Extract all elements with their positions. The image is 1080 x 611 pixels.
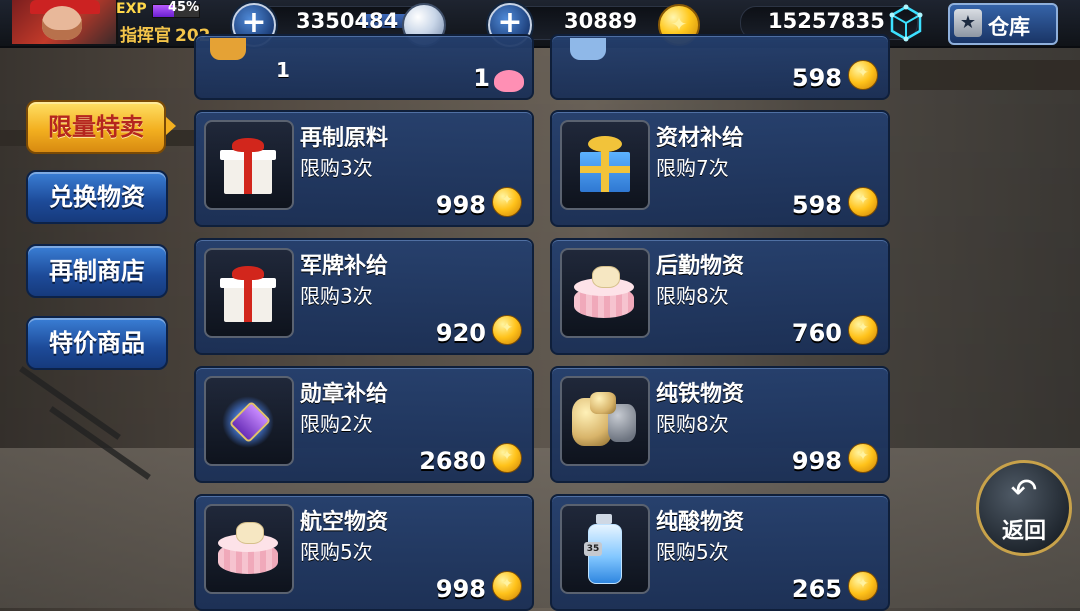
back-arrow-icon: ↶ — [1010, 471, 1038, 509]
heart-medal-icon — [222, 392, 274, 448]
avatar-face — [42, 6, 82, 40]
shop-item-card-partial[interactable]: 598 — [550, 34, 890, 100]
hangar-beam — [900, 60, 1080, 90]
item-name: 资材补给 — [656, 126, 745, 151]
item-price: 598 — [791, 64, 842, 92]
partial-item-qty: 1 — [473, 64, 490, 92]
partial-item-icon — [570, 38, 606, 60]
item-name: 再制原料 — [300, 126, 389, 151]
warehouse-icon: ★ — [954, 9, 982, 37]
commander-avatar[interactable] — [12, 0, 118, 44]
gold-amount: 30889 — [564, 9, 638, 33]
gold-coin-icon — [848, 315, 878, 345]
gold-coin-icon — [848, 187, 878, 217]
item-icon-frame — [204, 120, 294, 210]
exp-percent: 45% — [168, 0, 200, 15]
item-purchase-limit: 限购7次 — [656, 156, 729, 180]
shop-item-card[interactable]: 资材补给 限购7次 598 — [550, 110, 890, 227]
back-label: 返回 — [1001, 519, 1046, 544]
tab-limited-sale[interactable]: 限量特卖 — [26, 100, 176, 154]
gold-coin-icon — [492, 187, 522, 217]
rank-label: 指挥官 — [120, 26, 171, 46]
shop-item-card[interactable]: 军牌补给 限购3次 920 — [194, 238, 534, 355]
acid-vial-icon: 35 — [584, 514, 622, 584]
top-status-bar: EXP 45% 指挥官202 + 3350484 + 30889 1525783… — [0, 0, 1080, 48]
item-icon-frame — [204, 504, 294, 594]
item-icon-frame — [560, 120, 650, 210]
item-name: 后勤物资 — [656, 254, 745, 279]
item-price: 760 — [791, 319, 842, 347]
tab-exchange-supplies[interactable]: 兑换物资 — [26, 170, 168, 224]
item-price: 998 — [435, 191, 486, 219]
shop-item-card[interactable]: 纯铁物资 限购8次 998 — [550, 366, 890, 483]
gold-coin-icon — [492, 443, 522, 473]
item-purchase-limit: 限购5次 — [300, 540, 373, 564]
item-name: 军牌补给 — [300, 254, 389, 279]
red-gift-box-icon — [220, 138, 276, 194]
shop-item-card[interactable]: 航空物资 限购5次 998 — [194, 494, 534, 611]
hangar-stair — [19, 366, 121, 440]
item-price: 920 — [435, 319, 486, 347]
hangar-floor — [0, 448, 1080, 608]
shop-item-card[interactable]: 35 纯酸物资 限购5次 265 — [550, 494, 890, 611]
partial-item-icon — [210, 38, 246, 60]
item-icon-frame — [204, 248, 294, 338]
crystal-amount: 15257835 — [768, 9, 885, 33]
item-price: 2680 — [419, 447, 486, 475]
partial-item-count: 1 — [276, 58, 290, 82]
item-purchase-limit: 限购5次 — [656, 540, 729, 564]
warehouse-button[interactable]: ★ 仓库 — [948, 3, 1058, 45]
item-icon-frame — [204, 376, 294, 466]
item-price: 998 — [435, 575, 486, 603]
tab-remake-shop[interactable]: 再制商店 — [26, 244, 168, 298]
item-name: 航空物资 — [300, 510, 389, 535]
item-icon-frame — [560, 376, 650, 466]
exp-label: EXP — [116, 1, 147, 17]
item-icon-frame — [560, 248, 650, 338]
shop-item-card[interactable]: 勋章补给 限购2次 2680 — [194, 366, 534, 483]
item-purchase-limit: 限购8次 — [656, 412, 729, 436]
silver-amount: 3350484 — [296, 9, 399, 33]
gold-coin-icon — [848, 443, 878, 473]
iron-ore-icon — [572, 392, 638, 450]
pink-cake-box-icon — [216, 522, 280, 576]
shop-item-card-partial[interactable]: 1 1 — [194, 34, 534, 100]
shop-item-card[interactable]: 再制原料 限购3次 998 — [194, 110, 534, 227]
gold-coin-icon — [492, 571, 522, 601]
pink-cake-box-icon — [572, 266, 636, 320]
item-name: 纯酸物资 — [656, 510, 745, 535]
gold-coin-icon — [848, 571, 878, 601]
item-icon-frame: 35 — [560, 504, 650, 594]
pink-jelly-icon — [494, 70, 524, 92]
item-price: 265 — [791, 575, 842, 603]
gold-coin-icon — [848, 60, 878, 90]
item-purchase-limit: 限购8次 — [656, 284, 729, 308]
item-purchase-limit: 限购2次 — [300, 412, 373, 436]
tab-special-offers[interactable]: 特价商品 — [26, 316, 168, 370]
gold-coin-icon — [492, 315, 522, 345]
vial-tag: 35 — [584, 542, 602, 556]
red-gift-box-icon — [220, 266, 276, 322]
item-price: 598 — [791, 191, 842, 219]
item-price: 998 — [791, 447, 842, 475]
crystal-cube-icon — [889, 4, 923, 42]
item-name: 纯铁物资 — [656, 382, 745, 407]
back-button[interactable]: ↶ 返回 — [976, 460, 1072, 556]
blue-gift-box-icon — [576, 136, 634, 194]
warehouse-label: 仓库 — [988, 15, 1030, 39]
item-purchase-limit: 限购3次 — [300, 156, 373, 180]
item-purchase-limit: 限购3次 — [300, 284, 373, 308]
item-name: 勋章补给 — [300, 382, 389, 407]
shop-item-card[interactable]: 后勤物资 限购8次 760 — [550, 238, 890, 355]
